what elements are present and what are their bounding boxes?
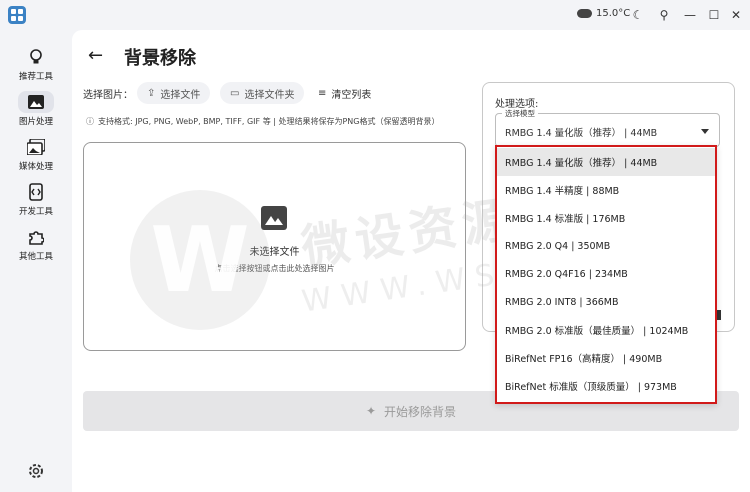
select-image-label: 选择图片： — [83, 90, 133, 101]
back-arrow-icon[interactable]: ← — [88, 45, 103, 66]
close-icon[interactable]: ✕ — [726, 5, 746, 25]
image-drop-zone[interactable]: 未选择文件 点击选择按钮或点击此处选择图片 — [83, 142, 466, 351]
select-folder-button[interactable]: ▭ 选择文件夹 — [220, 82, 305, 104]
model-option[interactable]: RMBG 1.4 量化版（推荐） | 44MB — [497, 148, 715, 176]
cloud-icon — [577, 9, 592, 18]
gear-icon[interactable] — [27, 462, 45, 480]
moon-icon[interactable]: ☾ — [628, 5, 648, 25]
clear-list-icon: ≡ — [318, 88, 327, 99]
select-file-label: 选择文件 — [160, 89, 201, 101]
format-note-text: 支持格式: JPG, PNG, WebP, BMP, TIFF, GIF 等 |… — [98, 117, 440, 126]
model-select-label: 选择模型 — [502, 108, 538, 119]
sidebar-item-dev-tools[interactable]: 开发工具 — [0, 181, 72, 225]
start-button-label: 开始移除背景 — [384, 404, 457, 419]
drop-zone-hint: 点击选择按钮或点击此处选择图片 — [214, 264, 335, 273]
model-option[interactable]: RMBG 2.0 Q4 | 350MB — [497, 232, 715, 260]
minimize-icon[interactable]: — — [680, 5, 700, 25]
chevron-down-icon — [701, 129, 709, 134]
info-icon: ⓘ — [86, 117, 94, 126]
sidebar-item-media-processing[interactable]: 媒体处理 — [0, 136, 72, 180]
drop-zone-title: 未选择文件 — [249, 247, 300, 258]
select-file-button[interactable]: ⇪ 选择文件 — [137, 82, 211, 104]
magic-wand-icon: ✦ — [365, 404, 377, 418]
clear-list-label: 清空列表 — [331, 90, 372, 101]
model-option[interactable]: RMBG 1.4 半精度 | 88MB — [497, 176, 715, 204]
upload-icon: ⇪ — [147, 87, 156, 99]
title-bar: 15.0°C ☾ ⚲ — ☐ ✕ — [0, 0, 750, 30]
app-icon — [8, 6, 26, 24]
image-icon — [18, 91, 54, 113]
model-select-value: RMBG 1.4 量化版（推荐） | 44MB — [505, 128, 658, 139]
image-placeholder-icon — [261, 206, 287, 230]
model-option[interactable]: RMBG 2.0 Q4F16 | 234MB — [497, 260, 715, 288]
model-dropdown-list: RMBG 1.4 量化版（推荐） | 44MB RMBG 1.4 半精度 | 8… — [495, 145, 717, 404]
folder-icon: ▭ — [230, 87, 240, 99]
code-icon — [23, 181, 49, 203]
sidebar-item-label: 开发工具 — [18, 207, 53, 217]
sidebar: 推荐工具 图片处理 媒体处理 开发工具 其他工具 — [0, 30, 72, 492]
model-select[interactable]: 选择模型 RMBG 1.4 量化版（推荐） | 44MB — [495, 108, 720, 147]
sidebar-item-label: 其他工具 — [18, 252, 53, 262]
model-option[interactable]: RMBG 2.0 标准版（最佳质量） | 1024MB — [497, 316, 715, 344]
select-folder-label: 选择文件夹 — [244, 89, 295, 101]
sidebar-item-label: 推荐工具 — [18, 72, 53, 82]
weather-temperature: 15.0°C — [596, 8, 631, 19]
weather-widget[interactable]: 15.0°C — [577, 8, 630, 19]
panel-edge-marker — [717, 310, 721, 320]
format-note: ⓘ 支持格式: JPG, PNG, WebP, BMP, TIFF, GIF 等… — [86, 116, 439, 127]
puzzle-icon — [23, 226, 49, 248]
pin-icon[interactable]: ⚲ — [654, 5, 674, 25]
lightbulb-icon — [23, 46, 49, 68]
sidebar-item-other-tools[interactable]: 其他工具 — [0, 226, 72, 270]
page-title: 背景移除 — [124, 48, 196, 69]
model-option[interactable]: BiRefNet FP16（高精度） | 490MB — [497, 344, 715, 372]
model-option[interactable]: RMBG 2.0 INT8 | 366MB — [497, 288, 715, 316]
sidebar-item-label: 图片处理 — [18, 117, 53, 127]
model-option[interactable]: BiRefNet 标准版（顶级质量） | 973MB — [497, 372, 715, 400]
clear-list-button[interactable]: ≡ 清空列表 — [318, 86, 371, 101]
sidebar-item-label: 媒体处理 — [18, 162, 53, 172]
maximize-icon[interactable]: ☐ — [704, 5, 724, 25]
sidebar-item-image-processing[interactable]: 图片处理 — [0, 91, 72, 135]
media-icon — [23, 136, 49, 158]
model-option[interactable]: RMBG 1.4 标准版 | 176MB — [497, 204, 715, 232]
sidebar-item-recommended[interactable]: 推荐工具 — [0, 46, 72, 90]
